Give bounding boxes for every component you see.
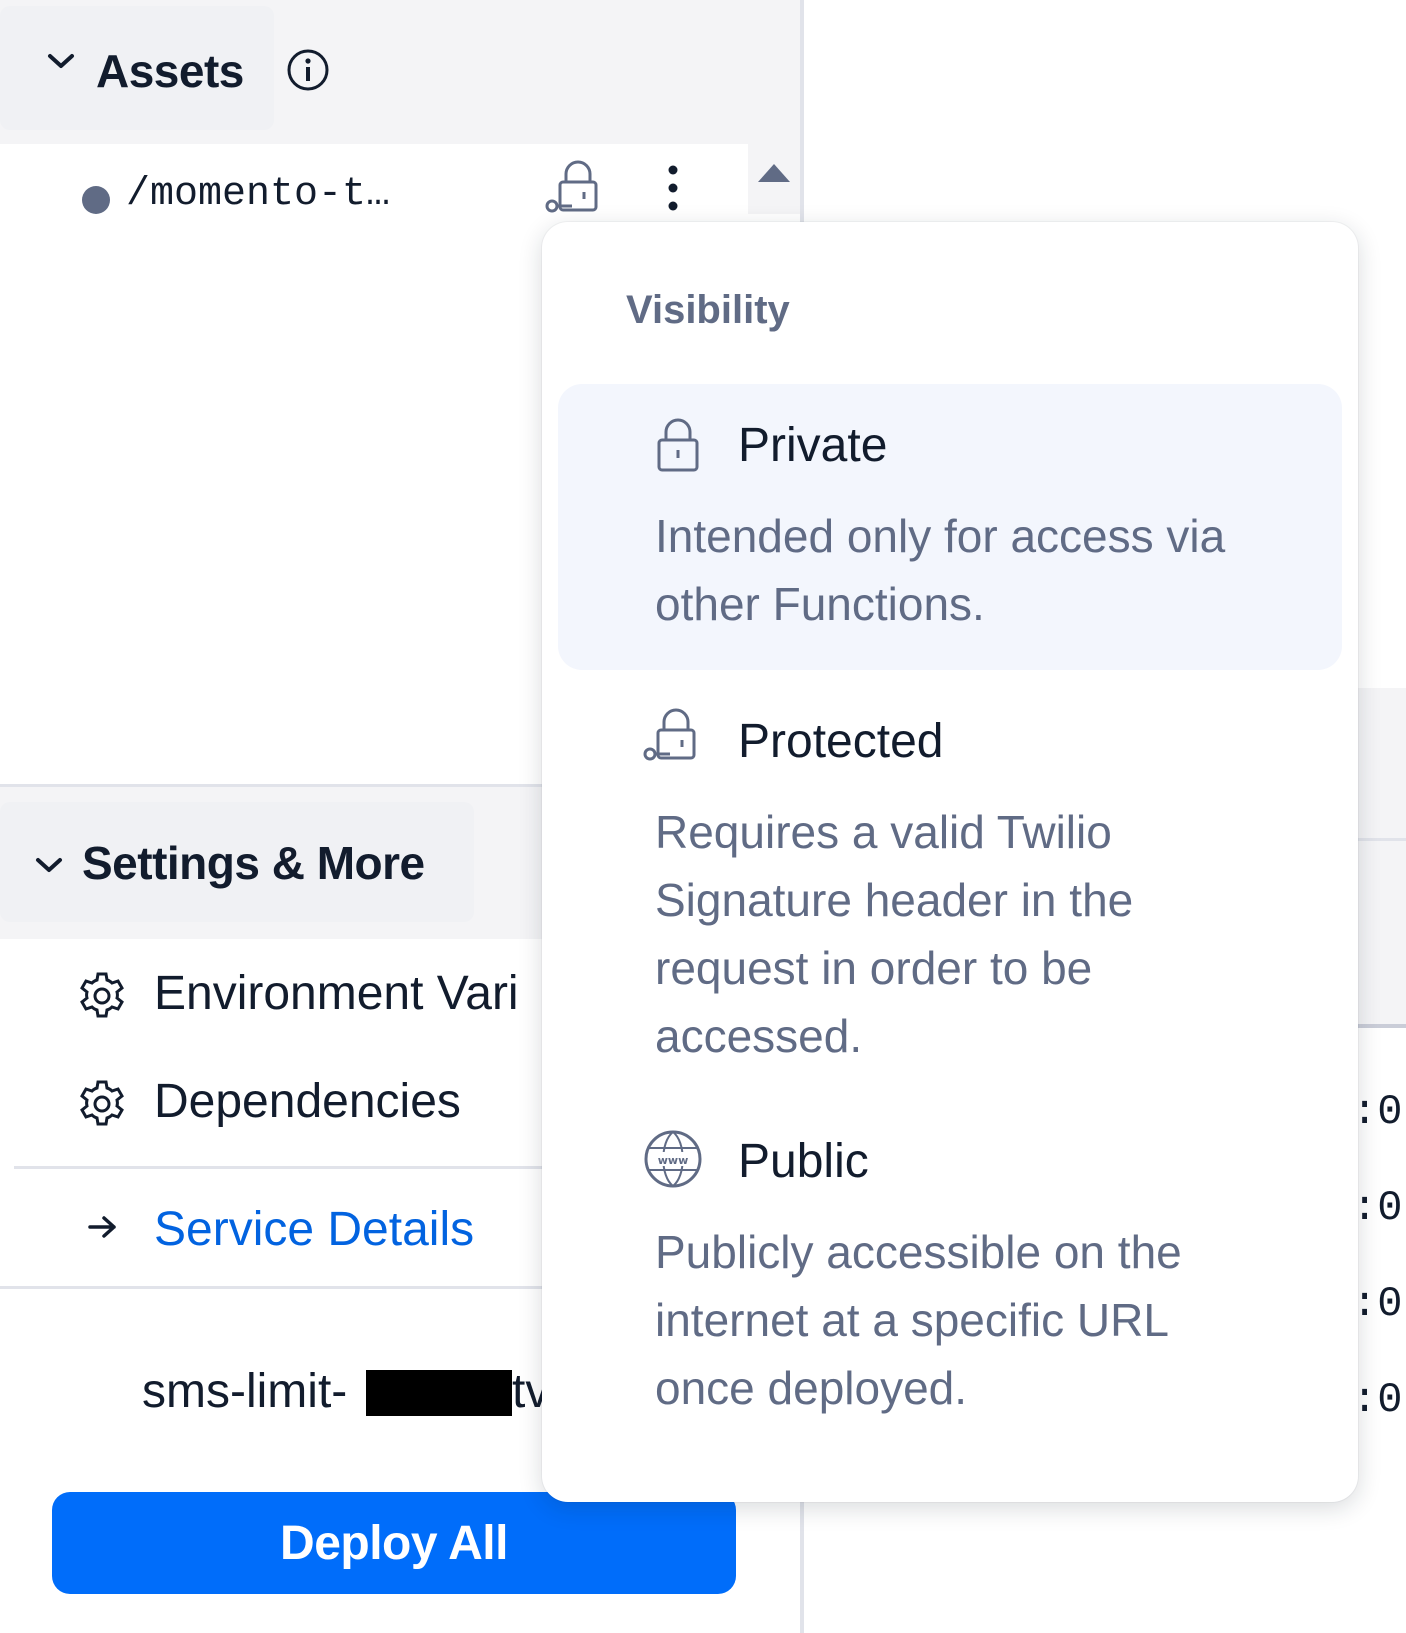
www-globe-icon: www — [642, 1128, 704, 1195]
info-icon[interactable] — [286, 48, 330, 97]
log-line-fragment: :0 — [1352, 1376, 1403, 1424]
public-description: Publicly accessible on the internet at a… — [655, 1226, 1182, 1414]
visibility-option-private[interactable]: Private Intended only for access via oth… — [558, 384, 1342, 670]
svg-text:www: www — [658, 1154, 689, 1167]
protected-label: Protected — [738, 715, 944, 768]
visibility-option-protected[interactable]: Protected Requires a valid Twilio Signat… — [558, 680, 1342, 1080]
protected-lock-key-icon[interactable] — [544, 156, 606, 223]
settings-title: Settings & More — [82, 837, 425, 889]
log-line-fragment: :0 — [1352, 1184, 1403, 1232]
environment-variables-item[interactable]: Environment Vari — [0, 950, 542, 1040]
visibility-heading: Visibility — [626, 288, 790, 332]
file-status-dot — [82, 186, 110, 214]
private-label: Private — [738, 419, 888, 472]
dependencies-label: Dependencies — [154, 1075, 461, 1128]
service-details-link[interactable]: Service Details — [0, 1190, 542, 1270]
service-name-suffix: tv — [512, 1365, 542, 1418]
divider — [1356, 838, 1406, 841]
settings-section-toggle[interactable]: Settings & More — [0, 802, 474, 922]
protected-description: Requires a valid Twilio Signature header… — [655, 806, 1134, 1062]
divider — [14, 1166, 542, 1169]
scroll-up-button[interactable] — [748, 144, 800, 214]
asset-file-name: /momento-t… — [126, 172, 391, 217]
chevron-down-icon — [46, 46, 76, 78]
arrow-right-icon — [86, 1212, 120, 1247]
service-name-prefix: sms-limit- — [142, 1365, 348, 1418]
private-description: Intended only for access via other Funct… — [655, 510, 1226, 630]
service-name: sms-limit- tv — [0, 1356, 542, 1426]
service-details-label: Service Details — [154, 1203, 475, 1256]
gear-icon — [76, 970, 128, 1027]
deploy-all-button[interactable]: Deploy All — [52, 1492, 736, 1594]
log-line-fragment: :0 — [1352, 1088, 1403, 1136]
redaction-box — [366, 1370, 512, 1416]
public-label: Public — [738, 1135, 869, 1188]
assets-title: Assets — [96, 45, 244, 97]
lock-icon — [654, 416, 702, 479]
gear-icon — [76, 1078, 128, 1135]
assets-section-toggle[interactable]: Assets — [0, 6, 274, 130]
dependencies-item[interactable]: Dependencies — [0, 1058, 542, 1148]
lock-key-icon — [642, 704, 704, 771]
divider — [1356, 1024, 1406, 1028]
chevron-down-icon — [34, 850, 64, 882]
environment-variables-label: Environment Vari — [154, 967, 519, 1020]
log-line-fragment: :0 — [1352, 1280, 1403, 1328]
more-options-icon[interactable] — [664, 164, 682, 217]
visibility-option-public[interactable]: www Public Publicly accessible on the in… — [558, 1100, 1342, 1440]
divider — [0, 1286, 542, 1289]
visibility-popover: Visibility Private Intended only for acc… — [542, 222, 1358, 1502]
asset-file-row[interactable]: /momento-t… — [0, 150, 748, 224]
right-panel-header — [1356, 688, 1406, 1028]
